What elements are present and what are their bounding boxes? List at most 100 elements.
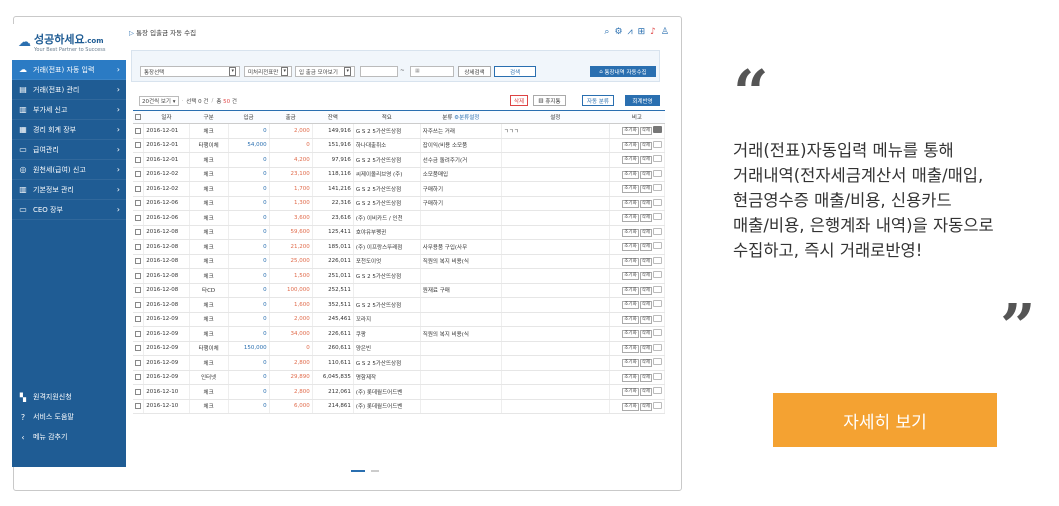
unprocessed-select[interactable]: 미처리전표만 ▾ [244,66,292,77]
reset-button[interactable]: 조기화 [622,388,639,397]
comment-icon[interactable] [653,358,662,366]
apply-accounting-button[interactable]: 회계반영 [625,95,660,106]
table-row[interactable]: 2016-12-10 체크 0 2,800 212,061 (주) 롯데월드어드벤 조기화 삭… [133,384,666,400]
row-checkbox[interactable] [135,301,142,308]
row-delete-button[interactable]: 삭제 [639,301,652,310]
col-out[interactable]: 출금 [269,110,313,124]
col-memo[interactable]: 적요 [353,110,421,124]
sidebar-bottom-item[interactable]: ▚ 원격지원신청 [12,387,126,407]
cell-category[interactable] [420,225,502,240]
cell-settings[interactable] [501,355,610,371]
row-delete-button[interactable]: 삭제 [639,344,652,353]
table-row[interactable]: 2016-12-06 체크 0 1,300 22,316 G S 2 5가산뜨상점 구매하기… [133,196,666,211]
cell-settings[interactable] [501,152,610,168]
reset-button[interactable]: 조기화 [622,330,639,339]
table-row[interactable]: 2016-12-02 체크 0 23,100 118,116 씨제이올리브영 (주) 소모품… [133,167,666,182]
table-row[interactable]: 2016-12-01 체크 0 2,000 149,916 G S 2 5가산뜨상점 자주쓰… [133,123,666,139]
table-row[interactable]: 2016-12-09 체크 0 2,000 245,461 꼬라지 조기화 삭제 [133,312,666,327]
row-delete-button[interactable]: 삭제 [639,373,652,382]
table-row[interactable]: 2016-12-09 타행이체 150,000 0 260,611 양은빈 조기화 삭제 [133,341,666,356]
reset-button[interactable]: 조기화 [622,170,639,179]
pager-inactive[interactable] [371,470,379,472]
row-delete-button[interactable]: 삭제 [639,330,652,339]
cell-category[interactable] [420,370,502,385]
reset-button[interactable]: 조기화 [622,185,639,194]
reset-button[interactable]: 조기화 [622,359,639,368]
reset-button[interactable]: 조기화 [622,156,639,165]
row-checkbox[interactable] [135,272,142,279]
comment-icon[interactable] [653,126,662,134]
row-delete-button[interactable]: 삭제 [639,199,652,208]
comment-icon[interactable] [653,271,662,279]
table-row[interactable]: 2016-12-10 체크 0 6,000 214,861 (주) 롯데월드어드벤 조기화 삭… [133,399,666,414]
cell-settings[interactable] [501,225,610,240]
row-delete-button[interactable]: 삭제 [639,185,652,194]
comment-icon[interactable] [653,169,662,177]
reset-button[interactable]: 조기화 [622,228,639,237]
row-delete-button[interactable]: 삭제 [639,243,652,252]
table-row[interactable]: 2016-12-09 체크 0 2,800 110,611 G S 2 5가산뜨상점 조기화… [133,355,666,371]
comment-icon[interactable] [653,387,662,395]
category-settings-link[interactable]: ⚙분류설정 [454,115,479,121]
row-checkbox[interactable] [135,214,142,221]
reset-button[interactable]: 조기화 [622,301,639,310]
cell-settings[interactable] [501,254,610,269]
cell-settings[interactable] [501,297,610,313]
reset-button[interactable]: 조기화 [622,373,639,382]
comment-icon[interactable] [653,256,662,264]
comment-icon[interactable] [653,184,662,192]
table-row[interactable]: 2016-12-09 인터넷 0 29,890 6,045,835 명함제작 조기화 삭제 [133,370,666,385]
cell-settings[interactable] [501,341,610,356]
row-checkbox[interactable] [135,287,142,293]
row-delete-button[interactable]: 삭제 [639,286,652,295]
delete-button[interactable]: 삭제 [510,95,528,106]
row-delete-button[interactable]: 삭제 [639,257,652,266]
row-checkbox[interactable] [135,156,142,163]
row-delete-button[interactable]: 삭제 [639,127,652,136]
cell-settings[interactable] [501,167,610,182]
reset-button[interactable]: 조기화 [622,257,639,266]
reset-button[interactable]: 조기화 [622,243,639,252]
row-checkbox[interactable] [135,243,142,250]
cell-category[interactable]: 직원의 복지 비용(식 [420,326,502,342]
reset-button[interactable]: 조기화 [622,214,639,223]
table-row[interactable]: 2016-12-02 체크 0 1,700 141,216 G S 2 5가산뜨상점 구매하… [133,181,666,197]
search-icon[interactable]: ⌕ [604,27,609,37]
reset-button[interactable]: 조기화 [622,127,639,136]
cell-settings[interactable] [501,370,610,385]
search-button[interactable]: 검색 [494,66,536,77]
sidebar-item[interactable]: ▭ 급여관리 › [12,140,126,160]
pager-active[interactable] [351,470,365,472]
reset-button[interactable]: 조기화 [622,141,639,150]
cell-settings[interactable] [501,210,610,226]
cell-settings[interactable] [501,268,610,284]
table-row[interactable]: 2016-12-09 체크 0 34,000 226,611 쿠팡 직원의 복지 비용(식 조… [133,326,666,342]
cell-category[interactable] [420,268,502,284]
row-delete-button[interactable]: 삭제 [639,156,652,165]
cell-category[interactable]: 구매하기 [420,181,502,197]
row-checkbox[interactable] [135,185,142,192]
sidebar-item[interactable]: ▥ 기본정보 관리 › [12,180,126,200]
row-checkbox[interactable] [135,374,142,380]
cell-settings[interactable] [501,384,610,400]
row-checkbox[interactable] [135,142,142,148]
row-delete-button[interactable]: 삭제 [639,228,652,237]
end-date-input[interactable]: ▦ [410,66,454,77]
table-row[interactable]: 2016-12-08 타CD 0 100,000 252,511 원재료 구매 조기화 삭제 [133,283,666,298]
row-delete-button[interactable]: 삭제 [639,214,652,223]
cell-settings[interactable]: ㄱㄱㄱ [501,123,610,139]
reset-button[interactable]: 조기화 [622,286,639,295]
reset-button[interactable]: 조기화 [622,199,639,208]
bank-collect-button[interactable]: ⌂ 통장내역 자동수집 [590,66,656,77]
sidebar-item[interactable]: ▥ 부가세 신고 › [12,100,126,120]
cell-category[interactable] [420,341,502,356]
table-row[interactable]: 2016-12-08 체크 0 59,600 125,411 호야유부펭귄 조기화 삭제 [133,225,666,240]
cell-settings[interactable] [501,138,610,153]
auto-classify-button[interactable]: 자동 분류 [582,95,614,106]
col-in[interactable]: 입금 [228,110,270,124]
trash-button[interactable]: ▥ 휴지통 [533,95,566,106]
page-size-select[interactable]: 20건씩 보기 ▾ [139,96,179,106]
comment-icon[interactable] [653,401,662,409]
table-row[interactable]: 2016-12-08 체크 0 1,600 352,511 G S 2 5가산뜨상점 조기화… [133,297,666,313]
reset-button[interactable]: 조기화 [622,402,639,411]
